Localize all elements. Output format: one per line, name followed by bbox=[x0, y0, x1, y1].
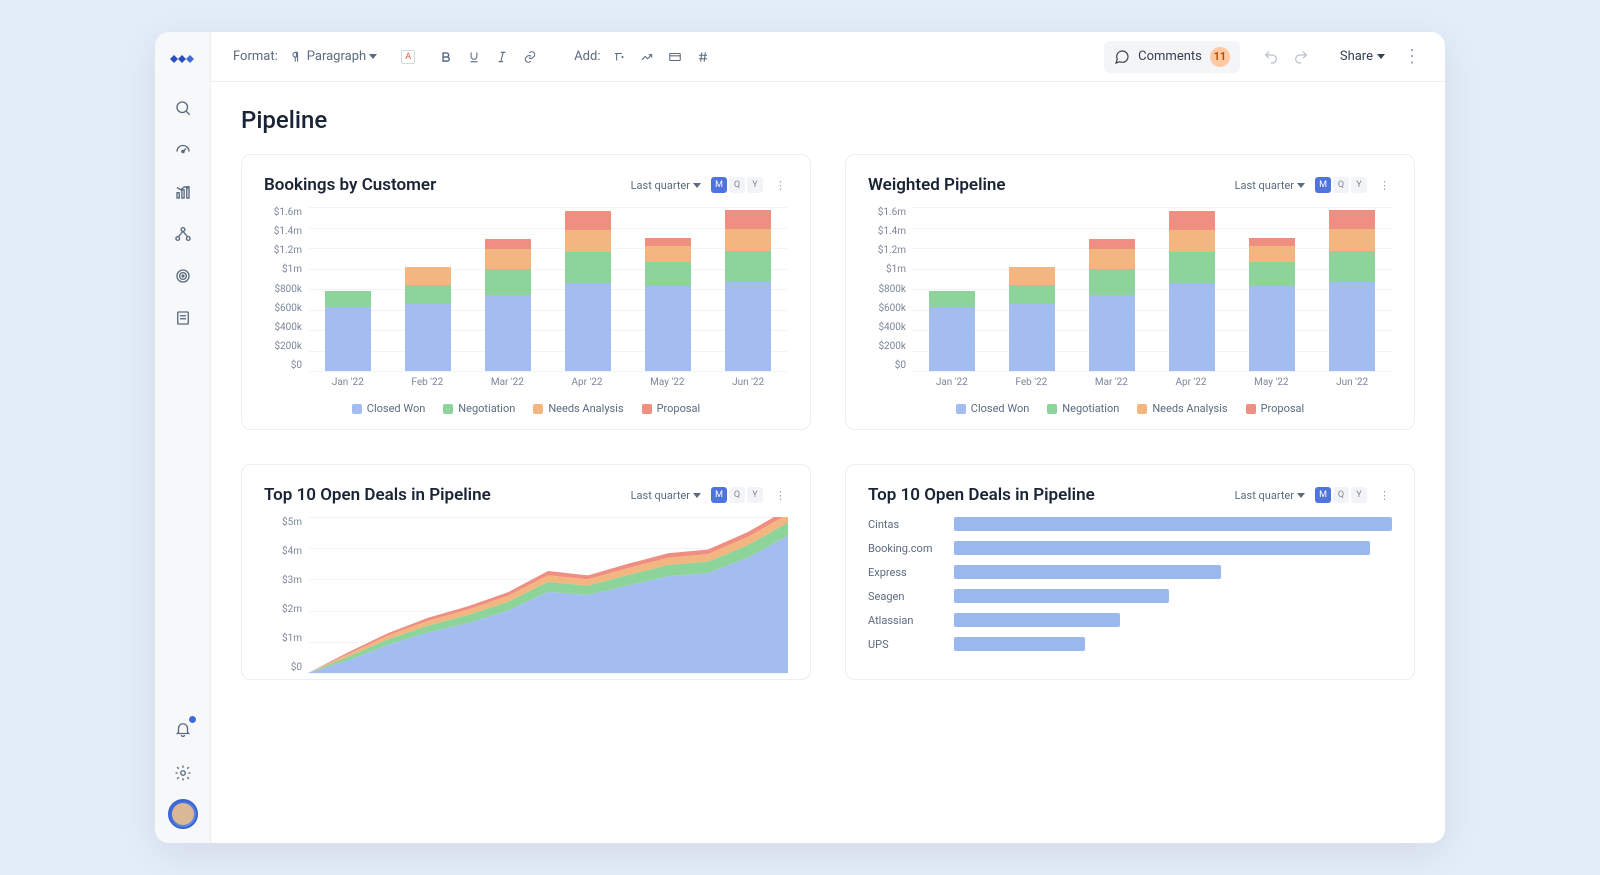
undo-icon bbox=[1263, 49, 1279, 65]
card-menu-button[interactable]: ⋮ bbox=[1377, 179, 1392, 192]
period-dropdown[interactable]: Last quarter bbox=[1235, 489, 1305, 502]
pill-quarter[interactable]: Q bbox=[1333, 487, 1349, 503]
italic-button[interactable] bbox=[490, 47, 514, 67]
link-button[interactable] bbox=[518, 47, 542, 67]
hbar-chart: CintasBooking.comExpressSeagenAtlassianU… bbox=[868, 517, 1392, 651]
document-icon[interactable] bbox=[165, 300, 201, 336]
card-title: Top 10 Open Deals in Pipeline bbox=[868, 485, 1095, 505]
bold-icon bbox=[439, 50, 453, 64]
link-icon bbox=[523, 50, 537, 64]
analytics-icon[interactable] bbox=[165, 174, 201, 210]
share-button[interactable]: Share bbox=[1340, 49, 1385, 64]
comments-label: Comments bbox=[1138, 49, 1202, 64]
granularity-pills: M Q Y bbox=[1315, 177, 1367, 193]
bell-icon[interactable] bbox=[165, 711, 201, 747]
card-area: Top 10 Open Deals in Pipeline Last quart… bbox=[241, 464, 811, 680]
chart-area: $5m$4m$3m$2m$1m$0 bbox=[264, 517, 788, 673]
granularity-pills: M Q Y bbox=[711, 487, 763, 503]
paragraph-dropdown[interactable]: Paragraph bbox=[285, 46, 382, 67]
hash-icon bbox=[696, 50, 710, 64]
card-icon bbox=[668, 50, 682, 64]
card-controls: Last quarter M Q Y ⋮ bbox=[631, 487, 788, 503]
content-area: Pipeline Bookings by Customer Last quart… bbox=[211, 82, 1445, 843]
card-menu-button[interactable]: ⋮ bbox=[773, 489, 788, 502]
toolbar: Format: Paragraph A Add: Comments bbox=[211, 32, 1445, 82]
chevron-down-icon bbox=[1377, 54, 1385, 59]
comments-count-badge: 11 bbox=[1210, 47, 1230, 67]
card-menu-button[interactable]: ⋮ bbox=[773, 179, 788, 192]
more-menu-button[interactable]: ⋮ bbox=[1401, 46, 1423, 67]
underline-icon bbox=[467, 50, 481, 64]
add-trend-button[interactable] bbox=[635, 47, 659, 67]
main: Format: Paragraph A Add: Comments bbox=[211, 32, 1445, 843]
font-color-button[interactable]: A bbox=[396, 47, 420, 67]
settings-gear-icon[interactable] bbox=[165, 755, 201, 791]
redo-icon bbox=[1293, 49, 1309, 65]
share-label: Share bbox=[1340, 49, 1373, 64]
trend-icon bbox=[640, 50, 654, 64]
card-hbars: Top 10 Open Deals in Pipeline Last quart… bbox=[845, 464, 1415, 680]
comment-icon bbox=[1114, 49, 1130, 65]
granularity-pills: M Q Y bbox=[1315, 487, 1367, 503]
chart-legend: Closed WonNegotiationNeeds AnalysisPropo… bbox=[264, 402, 788, 415]
card-controls: Last quarter M Q Y ⋮ bbox=[631, 177, 788, 193]
chevron-down-icon bbox=[369, 54, 377, 59]
x-axis-labels: Jan '22Feb '22Mar '22Apr '22May '22Jun '… bbox=[308, 377, 788, 388]
pill-month[interactable]: M bbox=[711, 177, 727, 193]
card-title: Weighted Pipeline bbox=[868, 175, 1006, 195]
paragraph-label: Paragraph bbox=[307, 49, 366, 64]
italic-icon bbox=[495, 50, 509, 64]
avatar[interactable] bbox=[168, 799, 198, 829]
period-dropdown[interactable]: Last quarter bbox=[631, 489, 701, 502]
period-dropdown[interactable]: Last quarter bbox=[1235, 179, 1305, 192]
text-color-icon: A bbox=[401, 50, 415, 64]
format-label: Format: bbox=[233, 49, 278, 64]
search-icon[interactable] bbox=[165, 90, 201, 126]
card-weighted: Weighted Pipeline Last quarter M Q Y ⋮ $… bbox=[845, 154, 1415, 430]
card-controls: Last quarter M Q Y ⋮ bbox=[1235, 487, 1392, 503]
add-card-button[interactable] bbox=[663, 47, 687, 67]
pill-month[interactable]: M bbox=[1315, 177, 1331, 193]
bold-button[interactable] bbox=[434, 47, 458, 67]
card-menu-button[interactable]: ⋮ bbox=[1377, 489, 1392, 502]
target-icon[interactable] bbox=[165, 258, 201, 294]
sidebar bbox=[155, 32, 211, 843]
pill-quarter[interactable]: Q bbox=[729, 487, 745, 503]
undo-button[interactable] bbox=[1258, 46, 1284, 68]
card-title: Bookings by Customer bbox=[264, 175, 436, 195]
chart-bookings: $1.6m$1.4m$1.2m$1m$800k$600k$400k$200k$0 bbox=[264, 207, 788, 371]
x-axis-labels: Jan '22Feb '22Mar '22Apr '22May '22Jun '… bbox=[912, 377, 1392, 388]
underline-button[interactable] bbox=[462, 47, 486, 67]
app-window: Format: Paragraph A Add: Comments bbox=[155, 32, 1445, 843]
pill-year[interactable]: Y bbox=[747, 177, 763, 193]
add-label: Add: bbox=[574, 49, 600, 64]
card-bookings: Bookings by Customer Last quarter M Q Y … bbox=[241, 154, 811, 430]
dashboard-gauge-icon[interactable] bbox=[165, 132, 201, 168]
pill-quarter[interactable]: Q bbox=[729, 177, 745, 193]
pill-quarter[interactable]: Q bbox=[1333, 177, 1349, 193]
add-text-button[interactable] bbox=[607, 47, 631, 67]
cards-grid: Bookings by Customer Last quarter M Q Y … bbox=[241, 154, 1415, 680]
app-logo[interactable] bbox=[168, 50, 198, 68]
pill-month[interactable]: M bbox=[1315, 487, 1331, 503]
granularity-pills: M Q Y bbox=[711, 177, 763, 193]
card-title: Top 10 Open Deals in Pipeline bbox=[264, 485, 491, 505]
network-icon[interactable] bbox=[165, 216, 201, 252]
comments-button[interactable]: Comments 11 bbox=[1104, 41, 1240, 73]
card-controls: Last quarter M Q Y ⋮ bbox=[1235, 177, 1392, 193]
notification-dot bbox=[188, 715, 197, 724]
text-icon bbox=[612, 50, 626, 64]
period-dropdown[interactable]: Last quarter bbox=[631, 179, 701, 192]
pill-year[interactable]: Y bbox=[747, 487, 763, 503]
chart-legend: Closed WonNegotiationNeeds AnalysisPropo… bbox=[868, 402, 1392, 415]
chart-weighted: $1.6m$1.4m$1.2m$1m$800k$600k$400k$200k$0 bbox=[868, 207, 1392, 371]
pill-year[interactable]: Y bbox=[1351, 177, 1367, 193]
sidebar-bottom bbox=[165, 711, 201, 843]
pilcrow-icon bbox=[290, 50, 304, 64]
pill-year[interactable]: Y bbox=[1351, 487, 1367, 503]
redo-button[interactable] bbox=[1288, 46, 1314, 68]
page-title: Pipeline bbox=[241, 106, 1415, 134]
add-hash-button[interactable] bbox=[691, 47, 715, 67]
pill-month[interactable]: M bbox=[711, 487, 727, 503]
